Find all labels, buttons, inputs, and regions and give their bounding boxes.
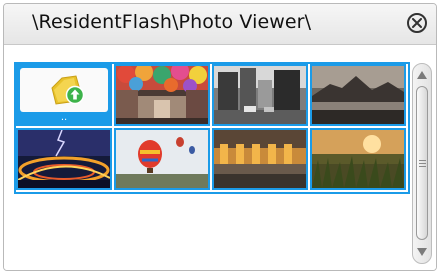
window-title: \ResidentFlash\Photo Viewer\ [32, 11, 312, 33]
title-bar: \ResidentFlash\Photo Viewer\ [4, 4, 436, 45]
scrollbar-thumb[interactable] [416, 86, 428, 240]
thumbnail-grid: .. [14, 62, 410, 194]
photo-viewer-window: \ResidentFlash\Photo Viewer\ .. [3, 3, 437, 271]
close-icon[interactable] [407, 13, 427, 33]
thumbnail-dam-spillway[interactable] [212, 128, 308, 190]
parent-folder-label: .. [60, 112, 68, 123]
parent-folder-item[interactable]: .. [16, 64, 112, 126]
arrow-down-icon[interactable] [417, 248, 427, 256]
thumbnail-highway-night[interactable] [16, 128, 112, 190]
arrow-up-icon[interactable] [417, 71, 427, 79]
vertical-scrollbar[interactable] [412, 63, 432, 264]
thumbnail-colorful-street[interactable] [114, 64, 210, 126]
folder-up-icon [20, 68, 108, 112]
thumbnail-hot-air-balloons[interactable] [114, 128, 210, 190]
photo-grid-area: .. [4, 45, 436, 270]
thumbnail-mountain-lake[interactable] [310, 64, 406, 126]
thumbnail-grass-field[interactable] [310, 128, 406, 190]
thumbnail-city-street[interactable] [212, 64, 308, 126]
